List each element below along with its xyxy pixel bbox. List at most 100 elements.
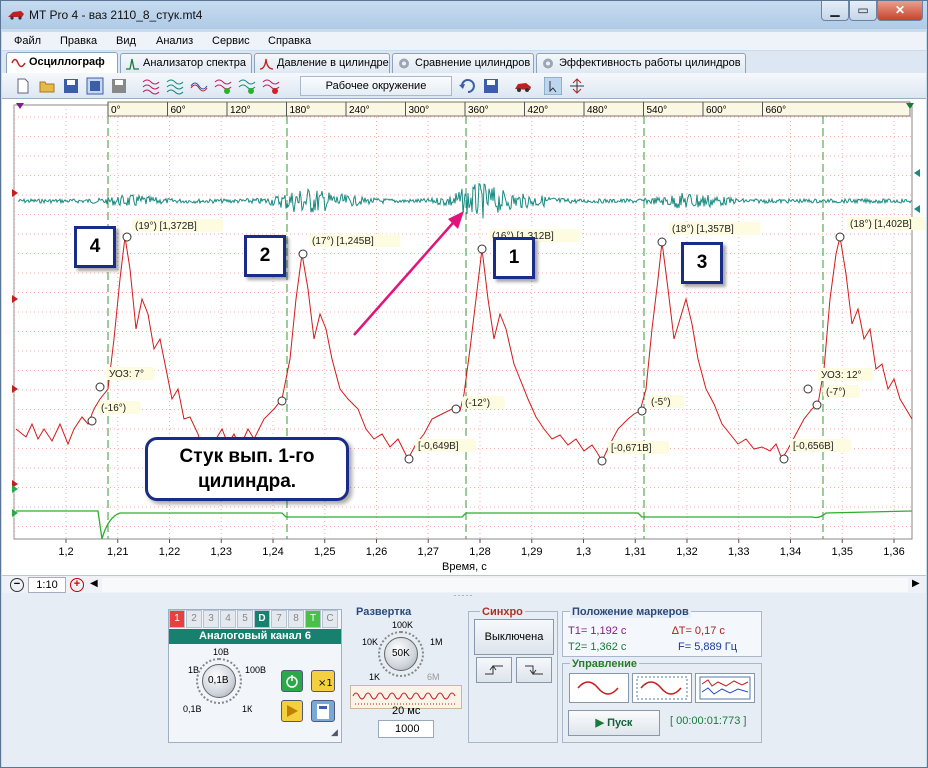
channel-tab-7[interactable]: 7: [271, 610, 287, 628]
scroll-track[interactable]: [102, 578, 908, 592]
horizontal-scrollbar[interactable]: − 1:10 + ◀ ▶: [2, 575, 926, 593]
measurement-point: [812, 400, 822, 410]
close-button[interactable]: ✕: [877, 1, 923, 21]
measurement-point: [95, 382, 105, 392]
car-icon[interactable]: [514, 77, 532, 95]
annotation-3: 3: [681, 242, 723, 284]
time-tick-label: 1,26: [366, 546, 387, 558]
save-as-icon[interactable]: [86, 77, 104, 95]
play-icon: [287, 705, 298, 717]
channel-level-marker: [914, 169, 920, 177]
undo-icon[interactable]: [458, 77, 476, 95]
workspace-dropdown[interactable]: Рабочее окружение: [300, 76, 452, 96]
degree-tick-label: 0°: [111, 105, 121, 116]
peak-label: (17°) [1,245В]: [312, 236, 374, 247]
multiply-icon: ×1: [318, 678, 333, 689]
menu-view[interactable]: Вид: [116, 35, 136, 47]
menu-help[interactable]: Справка: [268, 35, 311, 47]
channel-tab-4[interactable]: 4: [220, 610, 236, 628]
expand-arrow-icon[interactable]: ◢: [331, 727, 338, 738]
tab-label: Давление в цилиндре: [277, 57, 389, 69]
multiplier-button[interactable]: ×1: [311, 670, 335, 692]
menu-analysis[interactable]: Анализ: [156, 35, 193, 47]
oscilloscope-plot[interactable]: 0° 60° 120° 180° 240° 300° 360° 420° 480° 540° 600…: [2, 99, 926, 575]
maximize-button[interactable]: ▭: [849, 1, 877, 21]
splitter-handle-icon[interactable]: [454, 595, 474, 601]
sync-mode-button[interactable]: Выключена: [474, 619, 554, 655]
minimize-button[interactable]: ▁: [821, 1, 849, 21]
sample-count-spinner[interactable]: 1000: [378, 720, 434, 738]
normal-sweep-mode-button[interactable]: [632, 673, 692, 703]
zoom-out-button[interactable]: −: [10, 578, 24, 592]
scroll-right-arrow[interactable]: ▶: [912, 578, 920, 589]
menu-edit[interactable]: Правка: [60, 35, 97, 47]
toolbar: Рабочее окружение: [2, 73, 926, 99]
measurement-point: [87, 416, 97, 426]
gear-icon: [543, 58, 553, 69]
channels-icon[interactable]: [142, 77, 160, 95]
tab-spectrum[interactable]: Анализатор спектра: [120, 53, 252, 73]
channels-add-icon[interactable]: [214, 77, 232, 95]
play-icon: ▶: [595, 717, 608, 729]
advance-label: (-16°): [101, 403, 126, 414]
channels-cancel-icon[interactable]: [262, 77, 280, 95]
cursor-mode-icon[interactable]: [544, 77, 562, 95]
channel-tab-2[interactable]: 2: [186, 610, 202, 628]
scroll-left-arrow[interactable]: ◀: [90, 578, 98, 589]
play-channel-button[interactable]: [281, 700, 303, 722]
menu-file[interactable]: Файл: [14, 35, 41, 47]
tab-oscilloscope[interactable]: Осциллограф: [6, 52, 118, 73]
multi-wave-icon: [699, 676, 751, 700]
channel-title: Аналоговый канал 6: [169, 629, 341, 644]
measurement-point: [779, 454, 789, 464]
tab-cylinder-compare[interactable]: Сравнение цилиндров: [392, 53, 534, 73]
marker-delta: ∆T= 0,17 с: [672, 625, 725, 637]
single-sweep-mode-button[interactable]: [569, 673, 629, 703]
tab-label: Осциллограф: [29, 56, 105, 68]
peak-label: (18°) [1,402В]: [850, 219, 912, 230]
sync-falling-edge-button[interactable]: [516, 657, 552, 683]
tab-cylinder-efficiency[interactable]: Эффективность работы цилиндров: [536, 53, 746, 73]
channel-tab-8[interactable]: 8: [288, 610, 304, 628]
menu-service[interactable]: Сервис: [212, 35, 250, 47]
sweep-knob-value: 50K: [392, 648, 410, 659]
save-icon[interactable]: [62, 77, 80, 95]
zoom-level[interactable]: 1:10: [28, 577, 66, 593]
tab-cylinder-pressure[interactable]: Давление в цилиндре: [254, 53, 390, 73]
voltage-knob[interactable]: 0,1В: [202, 664, 236, 698]
channel-tab-c[interactable]: C: [322, 610, 338, 628]
sweep-time: 20 мс: [392, 705, 421, 717]
channels-ok-icon[interactable]: [238, 77, 256, 95]
new-file-icon[interactable]: [14, 77, 32, 95]
degree-ruler: [107, 101, 911, 117]
tab-bar: Осциллограф Анализатор спектра Давление …: [2, 51, 926, 73]
channel-tab-3[interactable]: 3: [203, 610, 219, 628]
callout-line-2: цилиндра.: [197, 471, 297, 492]
control-panel: 1 2 3 4 5 D 7 8 T C Аналоговый канал 6 1…: [2, 593, 926, 767]
open-folder-icon[interactable]: [38, 77, 56, 95]
calculator-button[interactable]: [311, 700, 335, 722]
channel-tab-1[interactable]: 1: [169, 610, 185, 628]
channel-tab-5[interactable]: 5: [237, 610, 253, 628]
time-tick-label: 1,25: [314, 546, 335, 558]
channels-sync-icon[interactable]: [166, 77, 184, 95]
save-state-icon[interactable]: [482, 77, 500, 95]
time-tick-label: 1,22: [159, 546, 180, 558]
channel-tab-6[interactable]: D: [254, 610, 270, 628]
sweep-knob[interactable]: 50K: [384, 637, 418, 671]
sweep-scale-label: 1M: [430, 637, 443, 647]
measurement-point: [404, 454, 414, 464]
marker-mode-icon[interactable]: [568, 77, 586, 95]
trough-label: [-0,656В]: [793, 441, 834, 452]
record-mode-button[interactable]: [695, 673, 755, 703]
sweep-scale-label: 10K: [362, 637, 379, 647]
export-icon[interactable]: [110, 77, 128, 95]
sync-rising-edge-button[interactable]: [476, 657, 512, 683]
zoom-in-button[interactable]: +: [70, 578, 84, 592]
start-button[interactable]: ▶ Пуск: [568, 710, 660, 736]
oscilloscope-canvas[interactable]: 0° 60° 120° 180° 240° 300° 360° 420° 480° 540° 600…: [2, 99, 926, 575]
overlay-icon[interactable]: [190, 77, 208, 95]
power-button[interactable]: [281, 670, 303, 692]
time-tick-label: 1,28: [469, 546, 490, 558]
channel-tab-t[interactable]: T: [305, 610, 321, 628]
